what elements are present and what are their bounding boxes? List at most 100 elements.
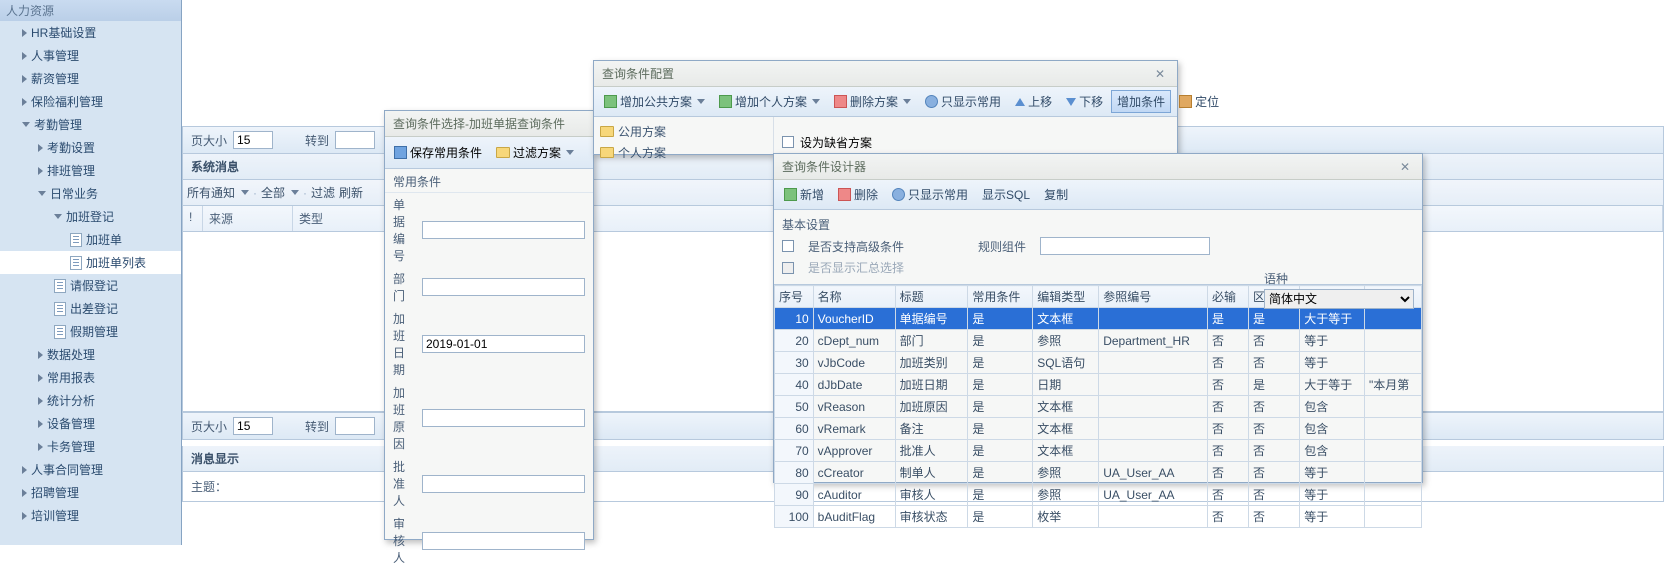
tree-private[interactable]: 个人方案 bbox=[600, 142, 767, 163]
modal1-toolbar: 保存常用条件 过滤方案 bbox=[385, 137, 593, 169]
sidebar-item[interactable]: 设备管理 bbox=[0, 412, 181, 435]
col-header[interactable]: 序号 bbox=[775, 286, 814, 308]
field-input[interactable] bbox=[422, 409, 585, 427]
sidebar-item[interactable]: 招聘管理 bbox=[0, 481, 181, 504]
save-common-button[interactable]: 保存常用条件 bbox=[389, 141, 487, 164]
tb-上移[interactable]: 上移 bbox=[1009, 90, 1058, 113]
table-row[interactable]: 40dJbDate加班日期是日期否是大于等于"本月第 bbox=[775, 374, 1422, 396]
tb-refresh[interactable]: 刷新 bbox=[339, 184, 363, 201]
tb-allnotice[interactable]: 所有通知 bbox=[187, 184, 235, 201]
cell: 50 bbox=[775, 396, 814, 418]
table-row[interactable]: 50vReason加班原因是文本框否否包含 bbox=[775, 396, 1422, 418]
cell: 等于 bbox=[1300, 484, 1365, 506]
field-input[interactable] bbox=[422, 278, 585, 296]
tb-filter[interactable]: 过滤 bbox=[311, 184, 335, 201]
modal3-toolbar: 新增删除只显示常用显示SQL复制 bbox=[774, 180, 1422, 210]
default-label: 设为缺省方案 bbox=[800, 134, 872, 151]
col-header[interactable]: 必输 bbox=[1208, 286, 1249, 308]
cell: 90 bbox=[775, 484, 814, 506]
cell: cDept_num bbox=[813, 330, 895, 352]
folder-icon bbox=[600, 126, 614, 137]
twisty-icon bbox=[38, 167, 43, 175]
cell bbox=[1099, 440, 1208, 462]
col-header[interactable]: 名称 bbox=[813, 286, 895, 308]
tb-只显示常用[interactable]: 只显示常用 bbox=[919, 90, 1007, 113]
sidebar-item[interactable]: 出差登记 bbox=[0, 297, 181, 320]
tb-增加公共方案[interactable]: 增加公共方案 bbox=[598, 90, 711, 113]
default-checkbox[interactable] bbox=[782, 136, 794, 148]
goto-input-2[interactable] bbox=[335, 417, 375, 435]
twisty-icon bbox=[22, 98, 27, 106]
field-input[interactable] bbox=[422, 532, 585, 550]
cell: 否 bbox=[1248, 418, 1299, 440]
sidebar-item[interactable]: 加班单 bbox=[0, 228, 181, 251]
close-icon[interactable]: ✕ bbox=[1396, 160, 1414, 174]
tb-显示SQL[interactable]: 显示SQL bbox=[976, 183, 1036, 206]
table-row[interactable]: 60vRemark备注是文本框否否包含 bbox=[775, 418, 1422, 440]
goto-input[interactable] bbox=[335, 131, 375, 149]
tb-all[interactable]: 全部 bbox=[261, 184, 285, 201]
tb-增加条件[interactable]: 增加条件 bbox=[1111, 90, 1171, 113]
field-input[interactable] bbox=[422, 475, 585, 493]
topic-label: 主题： bbox=[191, 480, 227, 494]
sidebar-item[interactable]: 假期管理 bbox=[0, 320, 181, 343]
sidebar-item[interactable]: 请假登记 bbox=[0, 274, 181, 297]
sidebar-item[interactable]: 加班单列表 bbox=[0, 251, 181, 274]
field-input[interactable] bbox=[422, 335, 585, 353]
tb-下移[interactable]: 下移 bbox=[1060, 90, 1109, 113]
sidebar-item[interactable]: 排班管理 bbox=[0, 159, 181, 182]
sidebar-item[interactable]: 卡务管理 bbox=[0, 435, 181, 458]
lang-select[interactable]: 简体中文 bbox=[1264, 289, 1414, 309]
col-header[interactable]: 编辑类型 bbox=[1033, 286, 1099, 308]
sidebar-item[interactable]: 常用报表 bbox=[0, 366, 181, 389]
field-label: 加班原因 bbox=[393, 384, 416, 452]
tb-删除方案[interactable]: 删除方案 bbox=[828, 90, 917, 113]
adv-checkbox[interactable] bbox=[782, 240, 794, 252]
sidebar-item[interactable]: 统计分析 bbox=[0, 389, 181, 412]
table-row[interactable]: 90cAuditor审核人是参照UA_User_AA否否等于 bbox=[775, 484, 1422, 506]
sidebar-item[interactable]: 数据处理 bbox=[0, 343, 181, 366]
cell: UA_User_AA bbox=[1099, 484, 1208, 506]
sidebar-item[interactable]: HR基础设置 bbox=[0, 21, 181, 44]
table-row[interactable]: 10VoucherID单据编号是文本框是是大于等于 bbox=[775, 308, 1422, 330]
col-header[interactable]: 常用条件 bbox=[968, 286, 1033, 308]
col-header[interactable]: 标题 bbox=[895, 286, 968, 308]
modal3-title: 查询条件设计器 bbox=[782, 158, 866, 175]
sidebar-item-label: 招聘管理 bbox=[31, 484, 79, 501]
table-row[interactable]: 30vJbCode加班类别是SQL语句否否等于 bbox=[775, 352, 1422, 374]
sidebar-item[interactable]: 日常业务 bbox=[0, 182, 181, 205]
field-input[interactable] bbox=[422, 221, 585, 239]
tb-复制[interactable]: 复制 bbox=[1038, 183, 1074, 206]
sidebar-item[interactable]: 加班登记 bbox=[0, 205, 181, 228]
twisty-icon bbox=[22, 489, 27, 497]
table-row[interactable]: 70vApprover批准人是文本框否否包含 bbox=[775, 440, 1422, 462]
close-icon[interactable]: ✕ bbox=[1151, 67, 1169, 81]
pagesize-input[interactable] bbox=[233, 131, 273, 149]
pagesize-input-2[interactable] bbox=[233, 417, 273, 435]
sum-label: 是否显示汇总选择 bbox=[808, 259, 904, 276]
col-header[interactable]: 参照编号 bbox=[1099, 286, 1208, 308]
chevron-down-icon bbox=[697, 99, 705, 104]
sidebar-item[interactable]: 人事合同管理 bbox=[0, 458, 181, 481]
tb-删除[interactable]: 删除 bbox=[832, 183, 884, 206]
tb-新增[interactable]: 新增 bbox=[778, 183, 830, 206]
sidebar-item[interactable]: 培训管理 bbox=[0, 504, 181, 527]
sidebar-item[interactable]: 保险福利管理 bbox=[0, 90, 181, 113]
field-label: 单据编号 bbox=[393, 196, 416, 264]
sidebar-item[interactable]: 人事管理 bbox=[0, 44, 181, 67]
filter-scheme-button[interactable]: 过滤方案 bbox=[491, 141, 579, 164]
table-row[interactable]: 80cCreator制单人是参照UA_User_AA否否等于 bbox=[775, 462, 1422, 484]
rule-input[interactable] bbox=[1040, 237, 1210, 255]
tree-public[interactable]: 公用方案 bbox=[600, 121, 767, 142]
cell: 是 bbox=[1248, 308, 1299, 330]
table-row[interactable]: 20cDept_num部门是参照Department_HR否否等于 bbox=[775, 330, 1422, 352]
cell: 日期 bbox=[1033, 374, 1099, 396]
sidebar-item[interactable]: 薪资管理 bbox=[0, 67, 181, 90]
sidebar-item[interactable]: 考勤管理 bbox=[0, 113, 181, 136]
table-row[interactable]: 100bAuditFlag审核状态是枚举否否等于 bbox=[775, 506, 1422, 528]
tb-增加个人方案[interactable]: 增加个人方案 bbox=[713, 90, 826, 113]
sidebar-item[interactable]: 考勤设置 bbox=[0, 136, 181, 159]
tb-定位[interactable]: 定位 bbox=[1173, 90, 1225, 113]
cell: 否 bbox=[1208, 440, 1249, 462]
tb-只显示常用[interactable]: 只显示常用 bbox=[886, 183, 974, 206]
